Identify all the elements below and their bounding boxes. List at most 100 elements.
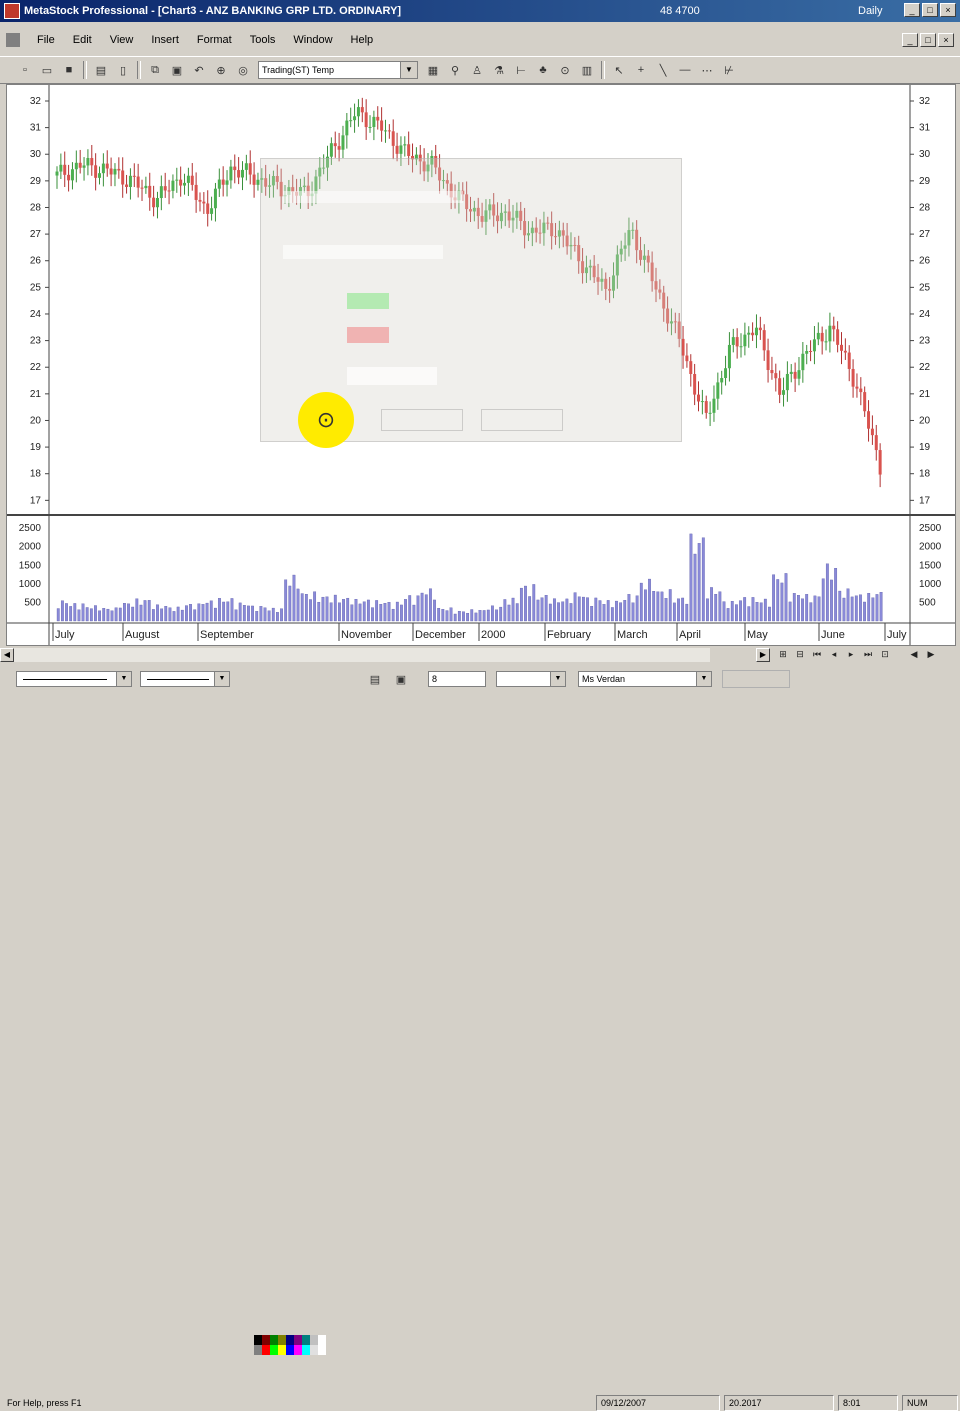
font-size-select[interactable]: 8 [428, 671, 486, 687]
candle-body [774, 373, 778, 379]
dialog-button-help[interactable] [481, 409, 563, 431]
minimize-button[interactable]: _ [904, 3, 920, 17]
price-tick-left: 26 [30, 256, 42, 267]
undo-icon[interactable]: ↶ [190, 61, 208, 79]
step-back-icon[interactable]: ◀ [907, 647, 921, 661]
volume-bar [60, 600, 64, 622]
candle-body [704, 401, 708, 413]
candle-body [183, 182, 187, 186]
menu-view[interactable]: View [101, 34, 143, 46]
dropdown-arrow-icon[interactable]: ▼ [116, 672, 131, 686]
close-button[interactable]: × [940, 3, 956, 17]
price-tick-right: 32 [919, 96, 931, 107]
menu-file[interactable]: File [28, 34, 64, 46]
volume-bar [486, 609, 490, 622]
color-palette[interactable] [254, 1335, 328, 1355]
zoom-in-icon[interactable]: ⊞ [776, 647, 790, 661]
date-label: May [747, 629, 768, 641]
style-select[interactable]: ▼ [496, 671, 566, 687]
format-apply-button[interactable] [722, 670, 790, 688]
fibonacci-icon[interactable]: ⊬ [720, 61, 738, 79]
volume-bar [65, 603, 68, 622]
vertical-line-icon[interactable]: + [632, 61, 650, 79]
horizontal-line-icon[interactable]: — [676, 61, 694, 79]
template-select[interactable]: Trading(ST) Temp ▼ [258, 61, 418, 79]
scroll-first-icon[interactable]: ⏮ [810, 647, 824, 661]
save-icon[interactable]: ■ [60, 61, 78, 79]
dropdown-arrow-icon[interactable]: ▼ [214, 672, 229, 686]
candle-body [155, 198, 159, 208]
indicator-icon[interactable]: ⚗ [490, 61, 508, 79]
binoculars-icon[interactable]: ⊙ [556, 61, 574, 79]
menu-window[interactable]: Window [284, 34, 341, 46]
menu-format[interactable]: Format [188, 34, 241, 46]
price-tick-right: 21 [919, 389, 931, 400]
person-icon[interactable]: ♙ [468, 61, 486, 79]
doc-minimize-button[interactable]: _ [902, 33, 918, 47]
scroll-track[interactable] [14, 648, 710, 662]
pointer-icon[interactable]: ↖ [610, 61, 628, 79]
menu-insert[interactable]: Insert [142, 34, 188, 46]
candle-body [345, 120, 349, 136]
menu-help[interactable]: Help [342, 34, 383, 46]
volume-bar [693, 553, 697, 622]
explorer-icon[interactable]: ♣ [534, 61, 552, 79]
print-icon[interactable]: ▤ [92, 61, 110, 79]
candle-body [739, 346, 743, 348]
volume-bar [102, 608, 106, 622]
menu-tools[interactable]: Tools [241, 34, 285, 46]
volume-tick-right: 1500 [919, 560, 942, 571]
zoom-out-icon[interactable]: ⊟ [793, 647, 807, 661]
fit-icon[interactable]: ⊡ [878, 647, 892, 661]
dialog-button-cancel[interactable] [381, 409, 463, 431]
zoom-icon[interactable]: ◎ [234, 61, 252, 79]
document-icon[interactable] [6, 33, 20, 47]
price-tick-right: 19 [919, 442, 931, 453]
volume-bar [825, 563, 829, 622]
price-tick-left: 29 [30, 176, 42, 187]
candle-body [121, 170, 125, 185]
scroll-back-icon[interactable]: ◂ [827, 647, 841, 661]
app-icon[interactable] [4, 3, 20, 19]
books-icon[interactable]: ▥ [578, 61, 596, 79]
doc-restore-button[interactable]: □ [920, 33, 936, 47]
volume-bar [838, 590, 842, 622]
scroll-left-icon[interactable]: ◀ [0, 648, 14, 662]
chart-icon[interactable]: ▦ [424, 61, 442, 79]
properties-icon[interactable]: ▣ [392, 670, 410, 688]
volume-bar [515, 603, 519, 622]
line-weight-select[interactable]: ▼ [140, 671, 230, 687]
doc-close-button[interactable]: × [938, 33, 954, 47]
volume-bar [387, 602, 391, 622]
crosshair-icon[interactable]: ⊕ [212, 61, 230, 79]
date-label: March [617, 629, 648, 641]
new-icon[interactable]: ▫ [16, 61, 34, 79]
step-forward-icon[interactable]: ▶ [924, 647, 938, 661]
candle-body [144, 185, 148, 189]
maximize-button[interactable]: □ [922, 3, 938, 17]
price-tick-left: 23 [30, 336, 42, 347]
scroll-last-icon[interactable]: ⏭ [861, 647, 875, 661]
volume-bar [123, 603, 126, 622]
line-tool-icon[interactable]: ⋯ [698, 61, 716, 79]
dropdown-arrow-icon[interactable]: ▼ [550, 672, 565, 686]
paste-icon[interactable]: ▣ [168, 61, 186, 79]
menu-edit[interactable]: Edit [64, 34, 101, 46]
font-name-select[interactable]: Ms Verdan ▼ [578, 671, 712, 687]
dropdown-arrow-icon[interactable]: ▼ [696, 672, 711, 686]
open-icon[interactable]: ▭ [38, 61, 56, 79]
ruler-icon[interactable]: ⊢ [512, 61, 530, 79]
pin-icon[interactable]: ⚲ [446, 61, 464, 79]
copy-icon[interactable]: ⧉ [146, 61, 164, 79]
trendline-icon[interactable]: ╲ [654, 61, 672, 79]
scroll-forward-icon[interactable]: ▸ [844, 647, 858, 661]
candle-body [727, 344, 731, 369]
scroll-right-icon[interactable]: ▶ [756, 648, 770, 662]
dropdown-arrow-icon[interactable]: ▼ [400, 62, 417, 78]
print-icon[interactable]: ▤ [366, 670, 384, 688]
candle-body [785, 373, 789, 391]
print-preview-icon[interactable]: ▯ [114, 61, 132, 79]
volume-bar [644, 589, 647, 622]
line-style-select[interactable]: ▼ [16, 671, 132, 687]
volume-bar [296, 588, 300, 622]
